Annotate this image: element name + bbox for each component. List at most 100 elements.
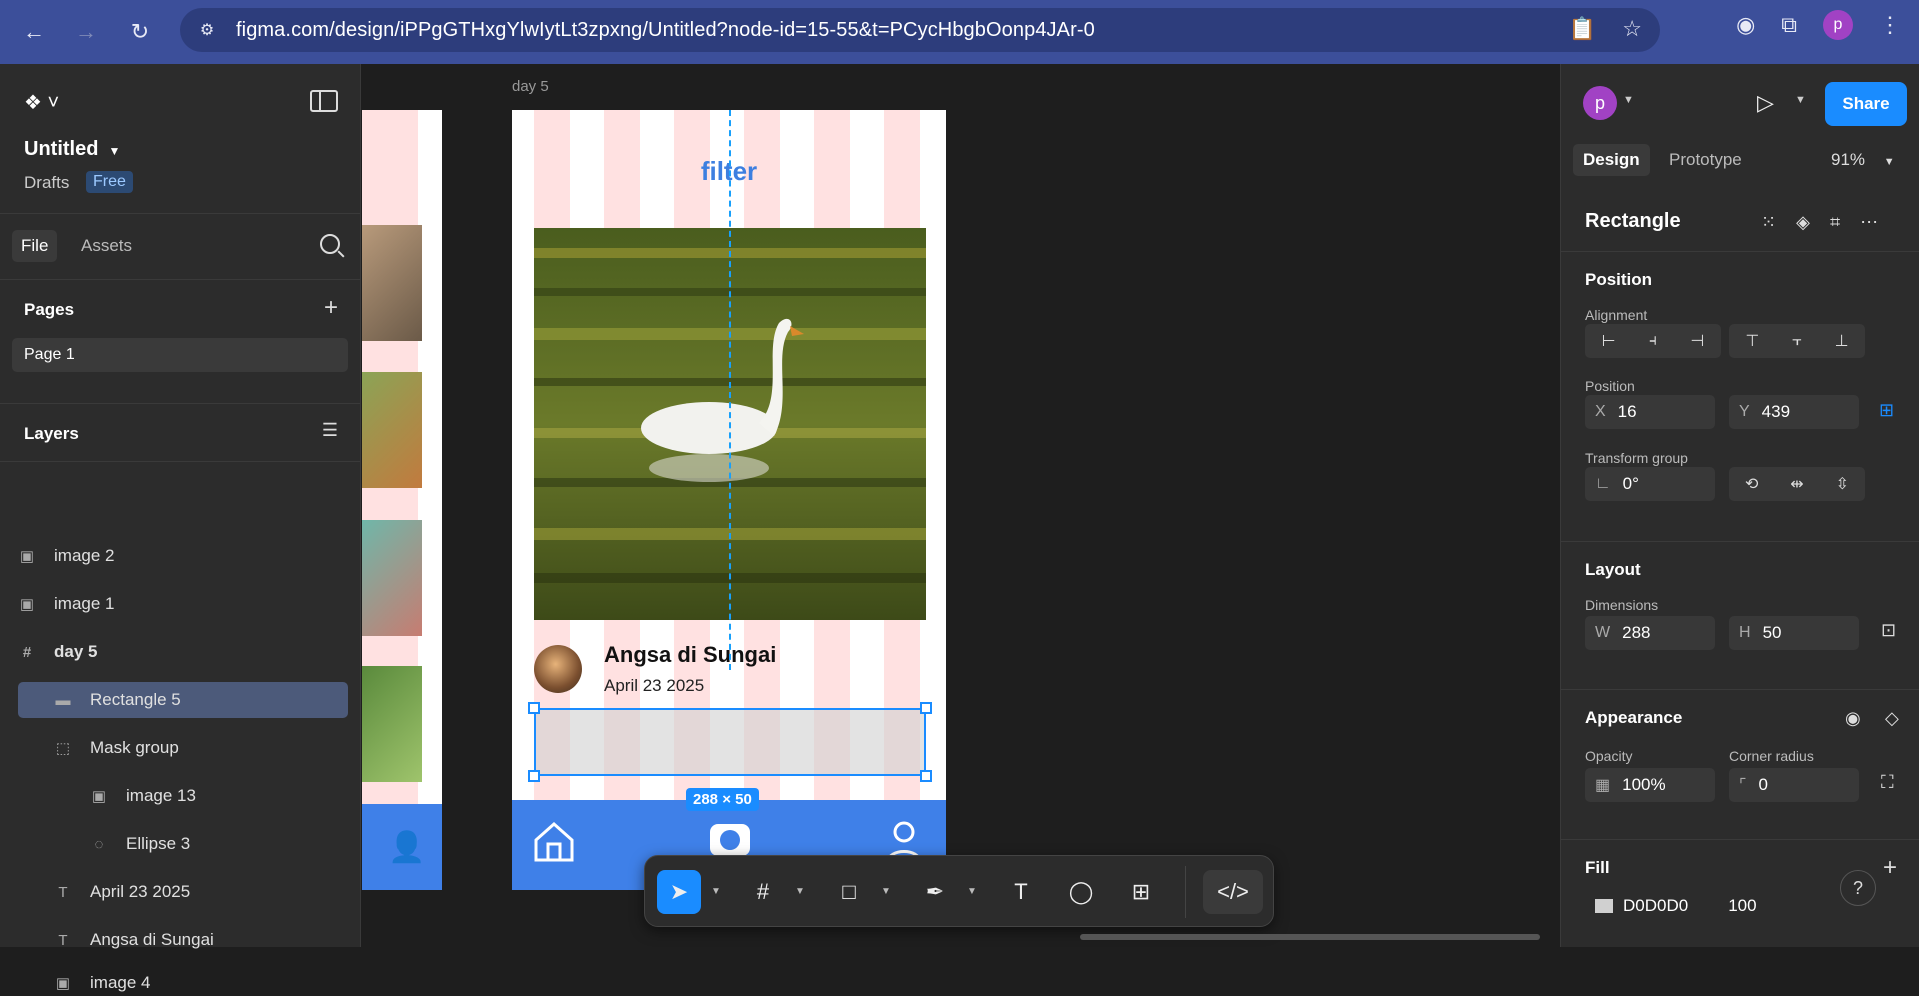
comment-tool-icon[interactable]: ◯	[1059, 870, 1103, 914]
add-page-icon[interactable]: +	[324, 294, 338, 322]
opacity-field[interactable]: ▦ 100%	[1585, 768, 1715, 802]
width-field[interactable]: W 288	[1585, 616, 1715, 650]
constraints-icon[interactable]: ⊞	[1879, 400, 1894, 421]
align-middle-icon[interactable]: ⫟	[1792, 332, 1802, 350]
fill-row[interactable]: D0D0D0 100	[1585, 896, 1865, 916]
file-title[interactable]: Untitled ▼	[24, 138, 120, 161]
corner-radius-field[interactable]: ⌜ 0	[1729, 768, 1859, 802]
independent-corners-icon[interactable]: ⛶	[1881, 772, 1894, 793]
dev-mode-icon[interactable]: </>	[1203, 870, 1263, 914]
page-item[interactable]: Page 1	[12, 338, 348, 372]
grid-icon[interactable]: ⁙	[1761, 212, 1776, 233]
align-right-icon[interactable]: ⊣	[1690, 331, 1704, 351]
flip-horizontal-icon[interactable]: ⇹	[1790, 474, 1803, 494]
resize-handle[interactable]	[920, 702, 932, 714]
browser-menu-icon[interactable]: ⋮	[1879, 12, 1901, 38]
chevron-down-icon[interactable]: ▼	[795, 886, 805, 897]
chevron-down-icon[interactable]: ▼	[1795, 94, 1806, 106]
extensions-icon[interactable]: ⧉	[1781, 12, 1797, 38]
thumbnail-rabbit[interactable]	[362, 520, 422, 636]
horizontal-scrollbar[interactable]	[1080, 934, 1540, 940]
y-field[interactable]: Y 439	[1729, 395, 1859, 429]
author-avatar[interactable]	[534, 645, 582, 693]
post-title[interactable]: Angsa di Sungai	[604, 642, 776, 668]
toggle-sidebar-icon[interactable]	[310, 90, 338, 112]
move-tool-icon[interactable]: ➤	[657, 870, 701, 914]
drafts-label[interactable]: Drafts	[24, 173, 69, 193]
rotation-field[interactable]: ∟ 0°	[1585, 467, 1715, 501]
resize-handle[interactable]	[528, 770, 540, 782]
align-left-icon[interactable]: ⊢	[1602, 331, 1616, 351]
thumbnail-eagle[interactable]	[362, 225, 422, 341]
back-icon[interactable]: ←	[14, 12, 54, 52]
tab-prototype[interactable]: Prototype	[1659, 144, 1752, 176]
thumbnail-forest[interactable]	[362, 666, 422, 782]
opacity-value[interactable]: 100%	[1622, 775, 1665, 795]
height-field[interactable]: H 50	[1729, 616, 1859, 650]
layer-item[interactable]: ▣ image 1	[18, 586, 348, 622]
search-icon[interactable]	[320, 234, 340, 254]
h-value[interactable]: 50	[1763, 623, 1782, 643]
design-canvas[interactable]: 👤 day 5 filter Angsa di Sungai April 23 …	[362, 64, 1561, 947]
tab-assets[interactable]: Assets	[72, 230, 141, 262]
layer-item[interactable]: ⬚ Mask group	[18, 730, 348, 766]
resize-handle[interactable]	[528, 702, 540, 714]
clipboard-icon[interactable]: 📋	[1569, 16, 1596, 42]
align-center-icon[interactable]: ⫞	[1649, 332, 1657, 350]
text-tool-icon[interactable]: T	[999, 870, 1043, 914]
adjacent-frame[interactable]: 👤	[362, 110, 442, 890]
tab-design[interactable]: Design	[1573, 144, 1650, 176]
reload-icon[interactable]: ↻	[120, 12, 160, 52]
actions-icon[interactable]: ⊞	[1119, 870, 1163, 914]
flip-vertical-icon[interactable]: ⇳	[1836, 474, 1849, 494]
bookmark-star-icon[interactable]: ☆	[1622, 16, 1642, 42]
pen-tool-icon[interactable]: ✒	[913, 870, 957, 914]
avatar[interactable]: p	[1583, 86, 1617, 120]
frame-label[interactable]: day 5	[512, 78, 549, 95]
rotation-value[interactable]: 0°	[1623, 474, 1639, 494]
layer-item[interactable]: ▣ image 13	[18, 778, 348, 814]
resize-mode-icon[interactable]: ⊡	[1881, 620, 1896, 641]
post-date[interactable]: April 23 2025	[604, 676, 704, 696]
layer-item[interactable]: T Angsa di Sungai	[18, 922, 348, 958]
x-value[interactable]: 16	[1618, 402, 1637, 422]
frame-tool-icon[interactable]: #	[741, 870, 785, 914]
help-button[interactable]: ?	[1840, 870, 1876, 906]
thumbnail-tiger[interactable]	[362, 372, 422, 488]
frame-selection-icon[interactable]: ⌗	[1830, 212, 1840, 233]
layer-item[interactable]: T April 23 2025	[18, 874, 348, 910]
align-top-icon[interactable]: ⊤	[1745, 331, 1759, 351]
layer-item[interactable]: ◌ Ellipse 3	[18, 826, 348, 862]
chevron-down-icon[interactable]: ▼	[967, 886, 977, 897]
y-value[interactable]: 439	[1762, 402, 1790, 422]
more-icon[interactable]: ⋯	[1860, 212, 1878, 233]
zoom-level[interactable]: 91% ▼	[1831, 150, 1895, 170]
layer-item[interactable]: ▣ image 4	[18, 970, 348, 996]
chevron-down-icon[interactable]: ▼	[711, 886, 721, 897]
share-button[interactable]: Share	[1825, 82, 1907, 126]
x-field[interactable]: X 16	[1585, 395, 1715, 429]
profile-icon[interactable]: 👤	[388, 830, 425, 865]
forward-icon[interactable]: →	[66, 12, 106, 52]
camera-icon[interactable]: ◉	[1736, 12, 1755, 38]
component-icon[interactable]: ◈	[1796, 212, 1810, 233]
address-bar[interactable]: ⚙ figma.com/design/iPPgGTHxgYlwIytLt3zpx…	[180, 8, 1660, 52]
camera-icon[interactable]	[708, 816, 752, 860]
resize-handle[interactable]	[920, 770, 932, 782]
fill-swatch[interactable]	[1595, 899, 1613, 913]
align-bottom-icon[interactable]: ⊥	[1835, 331, 1849, 351]
layer-item-selected[interactable]: ▬ Rectangle 5	[18, 682, 348, 718]
home-icon[interactable]	[532, 820, 576, 864]
site-settings-icon[interactable]: ⚙	[192, 15, 222, 45]
profile-avatar[interactable]: p	[1823, 10, 1853, 40]
fill-hex[interactable]: D0D0D0	[1623, 896, 1688, 916]
layer-item[interactable]: # day 5	[18, 634, 348, 670]
w-value[interactable]: 288	[1622, 623, 1650, 643]
layer-item[interactable]: ▣ image 2	[18, 538, 348, 574]
present-icon[interactable]: ▷	[1757, 90, 1774, 116]
url-text[interactable]: figma.com/design/iPPgGTHxgYlwIytLt3zpxng…	[236, 19, 1095, 42]
radius-value[interactable]: 0	[1759, 775, 1768, 795]
add-fill-icon[interactable]: +	[1883, 854, 1897, 882]
selection-box[interactable]	[534, 708, 926, 776]
figma-menu-icon[interactable]: ❖ ˅	[24, 90, 59, 115]
